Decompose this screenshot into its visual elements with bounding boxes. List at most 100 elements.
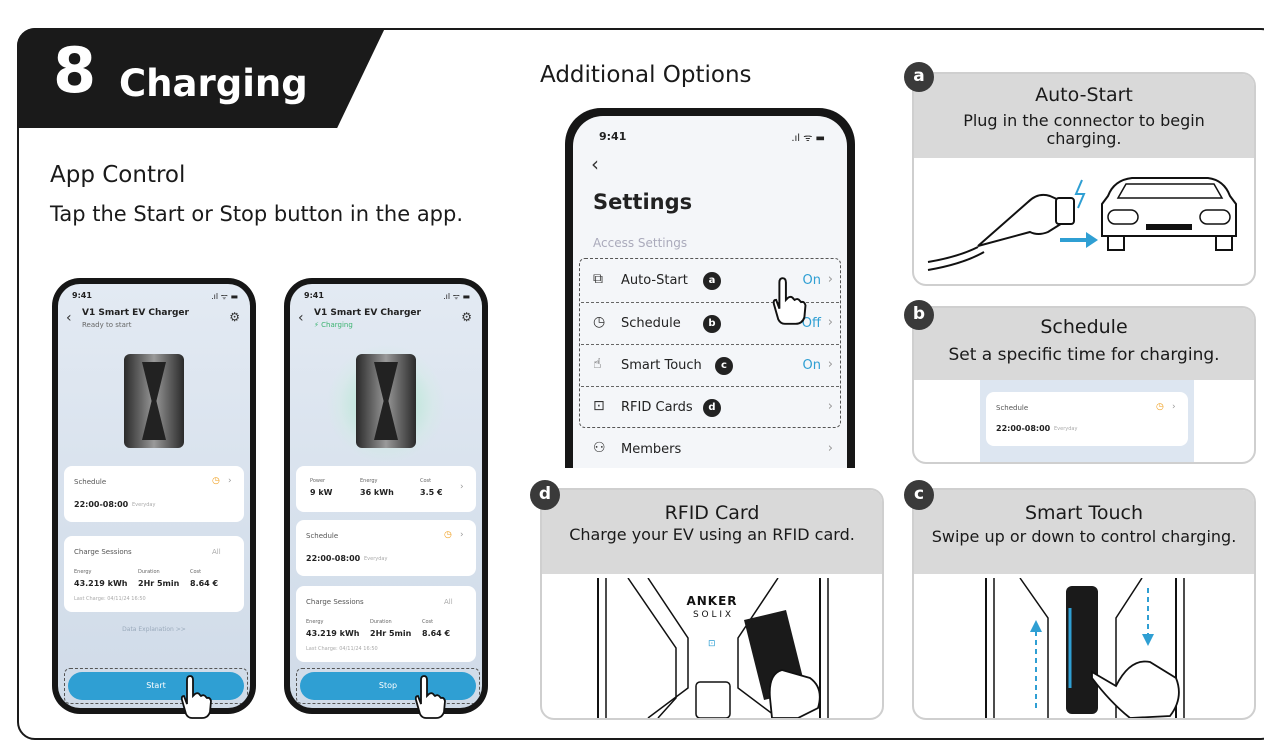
cost-value: 8.64 € (422, 629, 451, 638)
divider (581, 386, 839, 387)
last-charge: Last Charge: 04/11/24 16:50 (306, 646, 378, 652)
signal-icon: .ıl ᯤ ▬ (791, 133, 825, 144)
sessions-label: Charge Sessions (306, 598, 364, 606)
row-label: Auto-Start (621, 273, 688, 288)
signal-icon: .ıl ᯤ ▬ (443, 292, 470, 301)
section-label: Access Settings (593, 236, 688, 250)
chevron-right-icon: › (1172, 402, 1176, 412)
device-name: V1 Smart EV Charger (314, 308, 421, 318)
tap-hand-icon (180, 675, 212, 719)
duration-label: Duration (370, 619, 392, 625)
chevron-right-icon: › (827, 357, 833, 372)
settings-row-smart-touch[interactable]: ☝ Smart Touch c On › (579, 346, 839, 386)
phone-screen: 9:41 .ıl ᯤ ▬ ‹ V1 Smart EV Charger ⚡ Cha… (290, 284, 482, 708)
brand-logo-top: ANKER (686, 594, 738, 608)
brand-logo-bottom: S O L I X (692, 610, 732, 620)
power-value: 9 kW (310, 488, 333, 497)
energy-value: 36 kWh (360, 488, 394, 497)
schedule-label: Schedule (74, 478, 107, 486)
members-icon: ⚇ (593, 440, 606, 456)
status-time: 9:41 (599, 130, 627, 143)
schedule-time: 22:00-08:00 (996, 424, 1051, 433)
schedule-label: Schedule (996, 404, 1029, 412)
row-badge: c (715, 357, 733, 375)
divider (581, 344, 839, 345)
card-smart-touch: Smart Touch Swipe up or down to control … (912, 488, 1256, 720)
row-label: Schedule (621, 316, 681, 331)
app-control-instruction: Tap the Start or Stop button in the app. (50, 202, 464, 226)
schedule-preview: Schedule ◷ › 22:00-08:00 Everyday (980, 380, 1194, 462)
card-auto-start: Auto-Start Plug in the connector to begi… (912, 72, 1256, 286)
schedule-card[interactable]: Schedule ◷ › 22:00-08:00 Everyday (64, 466, 244, 522)
tap-hand-icon (414, 675, 446, 719)
start-button[interactable]: Start (68, 672, 244, 700)
schedule-card[interactable]: Schedule ◷ › 22:00-08:00 Everyday (296, 520, 476, 576)
sessions-label: Charge Sessions (74, 548, 132, 556)
sessions-card[interactable]: Charge Sessions All Energy 43.219 kWh Du… (64, 536, 244, 612)
additional-options-heading: Additional Options (540, 62, 752, 88)
charger-image (356, 354, 416, 448)
charger-image (124, 354, 184, 448)
energy-value: 43.219 kWh (306, 629, 360, 638)
card-rfid: RFID Card Charge your EV using an RFID c… (540, 488, 884, 720)
tap-hand-icon (772, 277, 807, 325)
gear-icon[interactable]: ⚙ (461, 310, 472, 324)
schedule-time: 22:00-08:00 (74, 500, 129, 509)
rfid-card-icon: ⊡ (593, 398, 605, 414)
card-description: Charge your EV using an RFID card. (569, 525, 855, 544)
settings-row-rfid[interactable]: ⊡ RFID Cards d › (579, 388, 839, 428)
last-charge: Last Charge: 04/11/24 16:50 (74, 596, 146, 602)
card-title: Smart Touch (1024, 502, 1144, 524)
badge-c: c (904, 480, 934, 510)
chevron-right-icon: › (460, 530, 464, 540)
data-explanation-link[interactable]: Data Explanation >> (58, 626, 250, 633)
row-badge: b (703, 315, 721, 333)
sessions-all-link[interactable]: All (212, 548, 221, 556)
row-status: On (802, 358, 821, 373)
settings-phone: 9:41 .ıl ᯤ ▬ ‹ Settings Access Settings … (565, 108, 855, 468)
back-icon[interactable]: ‹ (591, 152, 599, 176)
card-schedule: Schedule Set a specific time for chargin… (912, 306, 1256, 464)
row-label: Members (621, 442, 682, 457)
phone-charging: 9:41 .ıl ᯤ ▬ ‹ V1 Smart EV Charger ⚡ Cha… (284, 278, 488, 714)
clock-icon: ◷ (593, 314, 606, 330)
chevron-right-icon: › (827, 272, 833, 287)
gear-icon[interactable]: ⚙ (229, 310, 240, 324)
badge-b: b (904, 300, 934, 330)
schedule-days: Everyday (132, 502, 156, 508)
schedule-time: 22:00-08:00 (306, 554, 361, 563)
back-icon[interactable]: ‹ (66, 310, 72, 326)
smart-touch-illustration (985, 578, 1185, 718)
clock-icon: ◷ (1156, 402, 1164, 412)
card-description: Set a specific time for charging. (948, 345, 1220, 365)
card-title: Auto-Start (1035, 84, 1133, 106)
phone-screen: 9:41 .ıl ᯤ ▬ ‹ V1 Smart EV Charger Ready… (58, 284, 250, 708)
chevron-right-icon: › (827, 315, 833, 330)
duration-value: 2Hr 5min (138, 579, 180, 588)
sessions-card[interactable]: Charge Sessions All Energy 43.219 kWh Du… (296, 586, 476, 662)
card-description: Plug in the connector to begin charging. (963, 111, 1205, 148)
settings-row-members[interactable]: ⚇ Members › (579, 430, 839, 468)
chevron-right-icon: › (228, 476, 232, 486)
status-time: 9:41 (304, 291, 324, 300)
duration-value: 2Hr 5min (370, 629, 412, 638)
chevron-right-icon: › (460, 482, 464, 492)
stop-button[interactable]: Stop (300, 672, 476, 700)
back-icon[interactable]: ‹ (298, 310, 304, 326)
card-description: Swipe up or down to control charging. (931, 527, 1237, 546)
energy-label: Energy (360, 478, 378, 484)
plug-car-illustration (927, 177, 1237, 271)
device-name: V1 Smart EV Charger (82, 308, 189, 318)
schedule-days: Everyday (364, 556, 388, 562)
phone-ready: 9:41 .ıl ᯤ ▬ ‹ V1 Smart EV Charger Ready… (52, 278, 256, 714)
schedule-days: Everyday (1054, 426, 1078, 432)
sessions-all-link[interactable]: All (444, 598, 453, 606)
chevron-right-icon: › (827, 441, 833, 456)
cost-label: Cost (422, 619, 434, 625)
energy-label: Energy (306, 619, 324, 625)
row-label: Smart Touch (621, 358, 702, 373)
schedule-label: Schedule (306, 532, 339, 540)
row-badge: a (703, 272, 721, 290)
chevron-right-icon: › (827, 399, 833, 414)
cost-value: 3.5 € (420, 488, 443, 497)
